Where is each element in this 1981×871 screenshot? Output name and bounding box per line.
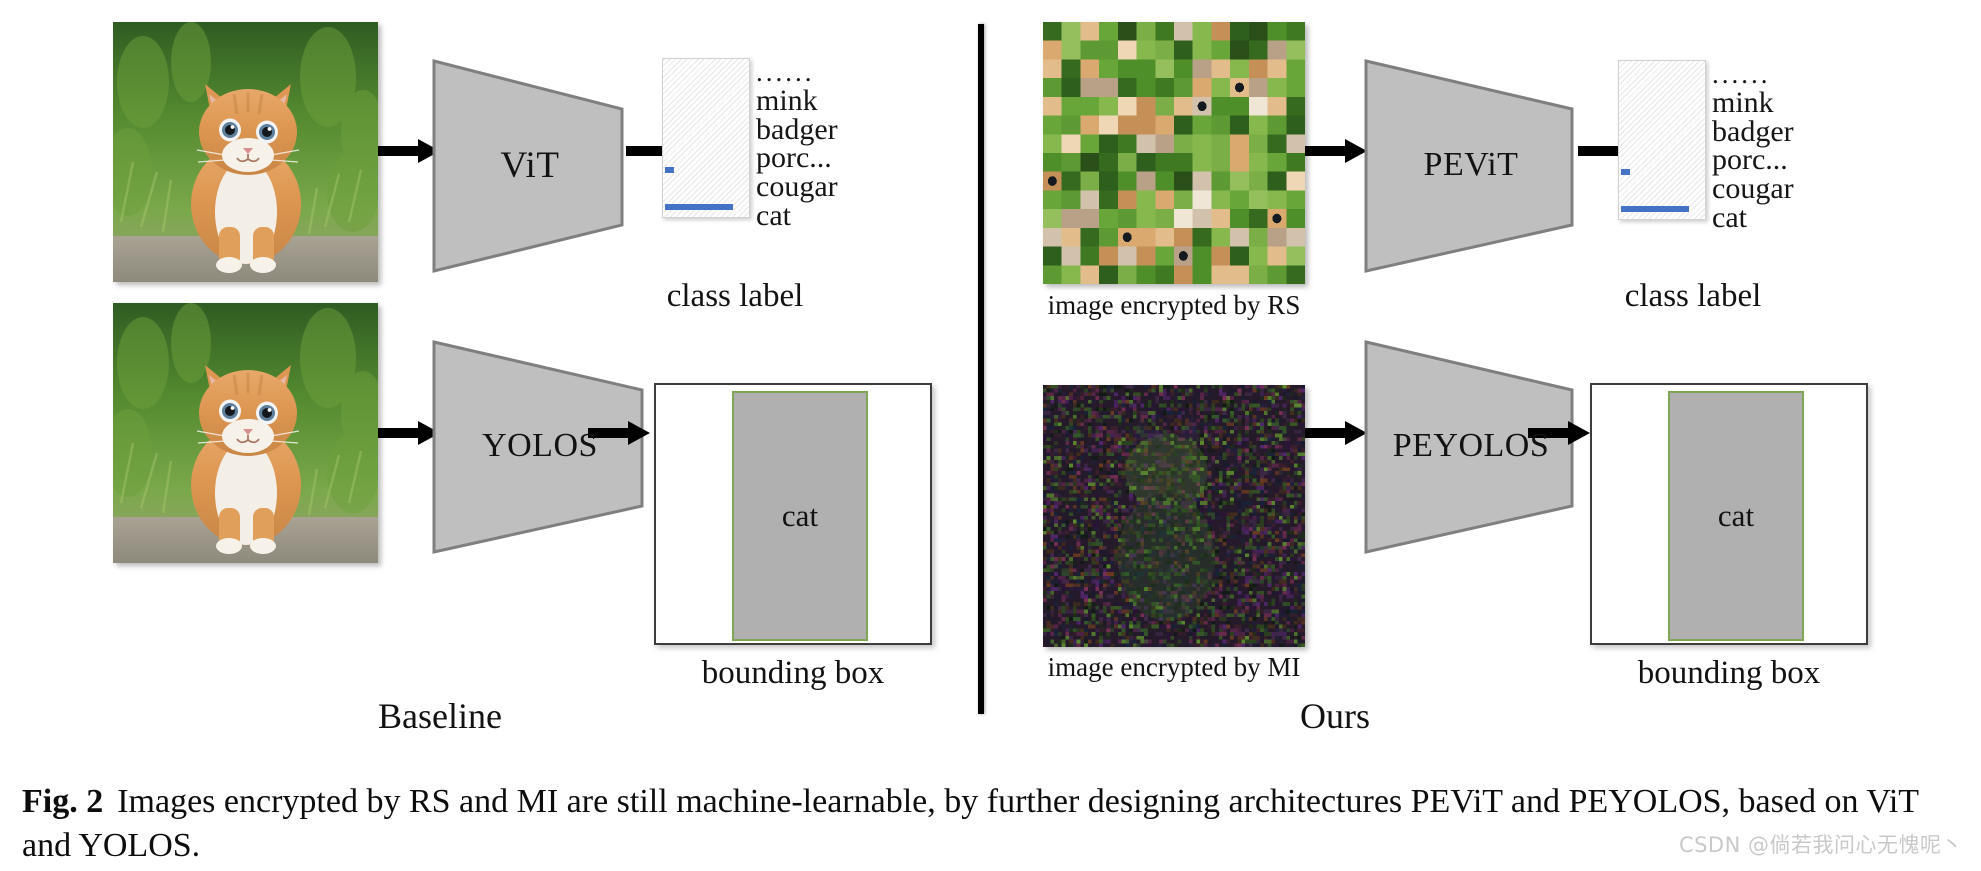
csdn-watermark: CSDN @倘若我问心无愧呢丶 [1678, 833, 1963, 857]
cat-photo-bottom-left [113, 303, 378, 563]
class-score-bar-cougar [665, 167, 674, 173]
caption-bounding-box-right: bounding box [1637, 655, 1821, 691]
group-label-ours: Ours [1300, 696, 1370, 736]
caption-class-label-top-right: class label [1624, 278, 1762, 314]
cat-photo-top-left [113, 22, 378, 282]
class-name-right-1: mink [1712, 85, 1774, 119]
class-name-2: badger [756, 112, 838, 146]
bounding-box-panel-right: cat [1590, 383, 1868, 645]
bounding-box-rect-left: cat [732, 391, 868, 641]
model-block-vit[interactable]: ViT [430, 55, 630, 275]
group-label-baseline: Baseline [378, 696, 502, 736]
bounding-box-panel-left: cat [654, 383, 932, 645]
class-name-1: mink [756, 83, 818, 117]
class-label-panel-top-right: ...... mink badger porc... cougar cat [1618, 59, 1794, 233]
class-name-5: cat [756, 198, 791, 232]
class-name-4: cougar [756, 170, 838, 204]
class-name-0: ...... [756, 57, 815, 87]
mi-encrypted-image [1043, 385, 1305, 647]
model-label-peyolos: PEYOLOS [1392, 427, 1550, 464]
class-score-bar-cat-right [1621, 206, 1689, 212]
caption-mi-encrypted-image: image encrypted by MI [1047, 652, 1301, 682]
caption-rs-encrypted-image: image encrypted by RS [1047, 290, 1301, 320]
class-name-3: porc... [756, 141, 832, 175]
bounding-box-object-label-right: cat [1717, 498, 1755, 533]
arrow-rs-to-pevit [1305, 138, 1367, 164]
class-name-list-right: ...... mink badger porc... cougar cat [1712, 59, 1794, 233]
model-block-pevit[interactable]: PEViT [1362, 55, 1580, 275]
class-name-right-2: badger [1712, 114, 1794, 148]
class-name-right-0: ...... [1712, 59, 1771, 89]
figure-2-container: ViT ...... mink badger porc... cougar ca… [0, 0, 1981, 871]
class-name-right-5: cat [1712, 200, 1747, 234]
figure-caption: Fig. 2 Images encrypted by RS and MI are … [22, 780, 1962, 868]
vertical-divider [978, 24, 984, 714]
figure-caption-prefix: Fig. 2 [22, 783, 104, 820]
rs-encrypted-image [1043, 22, 1305, 284]
bounding-box-object-label-left: cat [781, 498, 819, 533]
class-score-bars-right [1618, 60, 1706, 220]
class-name-right-4: cougar [1712, 172, 1794, 206]
model-label-yolos: YOLOS [482, 427, 598, 464]
caption-class-label-top-left: class label [666, 278, 804, 314]
class-score-bars [662, 58, 750, 218]
class-name-list: ...... mink badger porc... cougar cat [756, 57, 838, 231]
model-label-vit: ViT [500, 144, 560, 186]
arrow-mi-to-peyolos [1305, 420, 1367, 446]
class-score-bar-cat [665, 204, 733, 210]
class-label-panel-top-left: ...... mink badger porc... cougar cat [662, 57, 838, 231]
model-block-peyolos[interactable]: PEYOLOS [1362, 336, 1580, 556]
class-score-bar-cougar-right [1621, 169, 1630, 175]
model-block-yolos[interactable]: YOLOS [430, 336, 650, 556]
class-name-right-3: porc... [1712, 143, 1788, 177]
caption-bounding-box-left: bounding box [701, 655, 885, 691]
bounding-box-rect-right: cat [1668, 391, 1804, 641]
figure-caption-body: Images encrypted by RS and MI are still … [22, 783, 1919, 864]
model-label-pevit: PEViT [1423, 146, 1519, 183]
